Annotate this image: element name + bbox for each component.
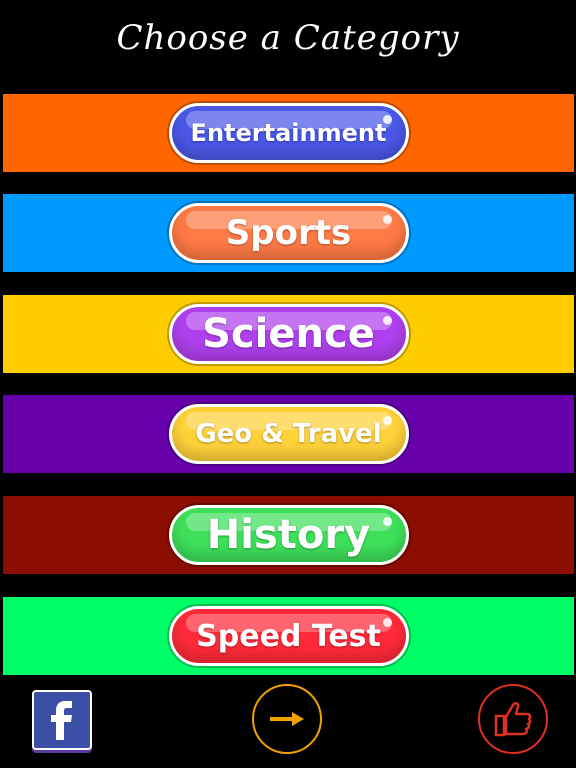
category-band-history: History <box>3 496 574 574</box>
category-band-geo-travel: Geo & Travel <box>3 395 574 473</box>
entertainment-button[interactable]: Entertainment <box>168 103 409 163</box>
category-band-entertainment: Entertainment <box>3 94 574 172</box>
science-button-label: Science <box>202 311 375 357</box>
facebook-icon <box>51 701 72 740</box>
category-band-science: Science <box>3 295 574 373</box>
history-button[interactable]: History <box>168 505 409 565</box>
arrow-right-icon <box>270 712 304 726</box>
geo-travel-button-label: Geo & Travel <box>195 419 382 449</box>
like-button[interactable] <box>478 684 548 754</box>
page-title: Choose a Category <box>116 18 460 58</box>
sports-button[interactable]: Sports <box>168 203 409 263</box>
speed-test-button-label: Speed Test <box>196 618 381 654</box>
sports-button-label: Sports <box>225 213 352 253</box>
category-band-sports: Sports <box>3 194 574 272</box>
entertainment-button-label: Entertainment <box>190 119 387 147</box>
category-band-speed-test: Speed Test <box>3 597 574 675</box>
thumbs-up-icon <box>494 702 532 737</box>
geo-travel-button[interactable]: Geo & Travel <box>168 404 409 464</box>
science-button[interactable]: Science <box>168 304 409 364</box>
speed-test-button[interactable]: Speed Test <box>168 606 409 666</box>
facebook-button[interactable] <box>32 690 92 750</box>
next-button[interactable] <box>252 684 322 754</box>
history-button-label: History <box>206 512 371 558</box>
